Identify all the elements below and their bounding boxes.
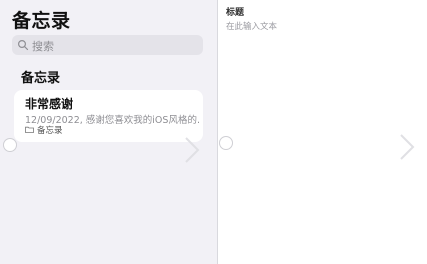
swipe-handle[interactable]	[3, 138, 17, 152]
note-editor-panel	[218, 0, 427, 264]
editor-title-field[interactable]: 标题	[226, 5, 244, 18]
notes-list-panel: 备忘录 搜索 备忘录 非常感谢 12/09/2022, 感谢您喜欢我的iOS风格…	[0, 0, 217, 264]
section-title: 备忘录	[21, 71, 61, 86]
search-placeholder: 搜索	[32, 40, 54, 53]
note-title: 非常感谢	[25, 97, 74, 111]
chevron-right-icon[interactable]	[182, 136, 202, 164]
editor-body-field[interactable]: 在此输入文本	[226, 20, 277, 32]
search-input[interactable]: 搜索	[12, 35, 203, 55]
note-list-item[interactable]: 非常感谢 12/09/2022, 感谢您喜欢我的iOS风格的... 备忘录	[14, 90, 203, 142]
app-title: 备忘录	[12, 10, 71, 32]
editor-swipe-handle[interactable]	[219, 136, 233, 150]
folder-icon	[25, 126, 34, 133]
editor-chevron-right-icon[interactable]	[397, 133, 417, 161]
note-folder-label: 备忘录	[37, 126, 63, 136]
search-icon	[17, 39, 29, 51]
